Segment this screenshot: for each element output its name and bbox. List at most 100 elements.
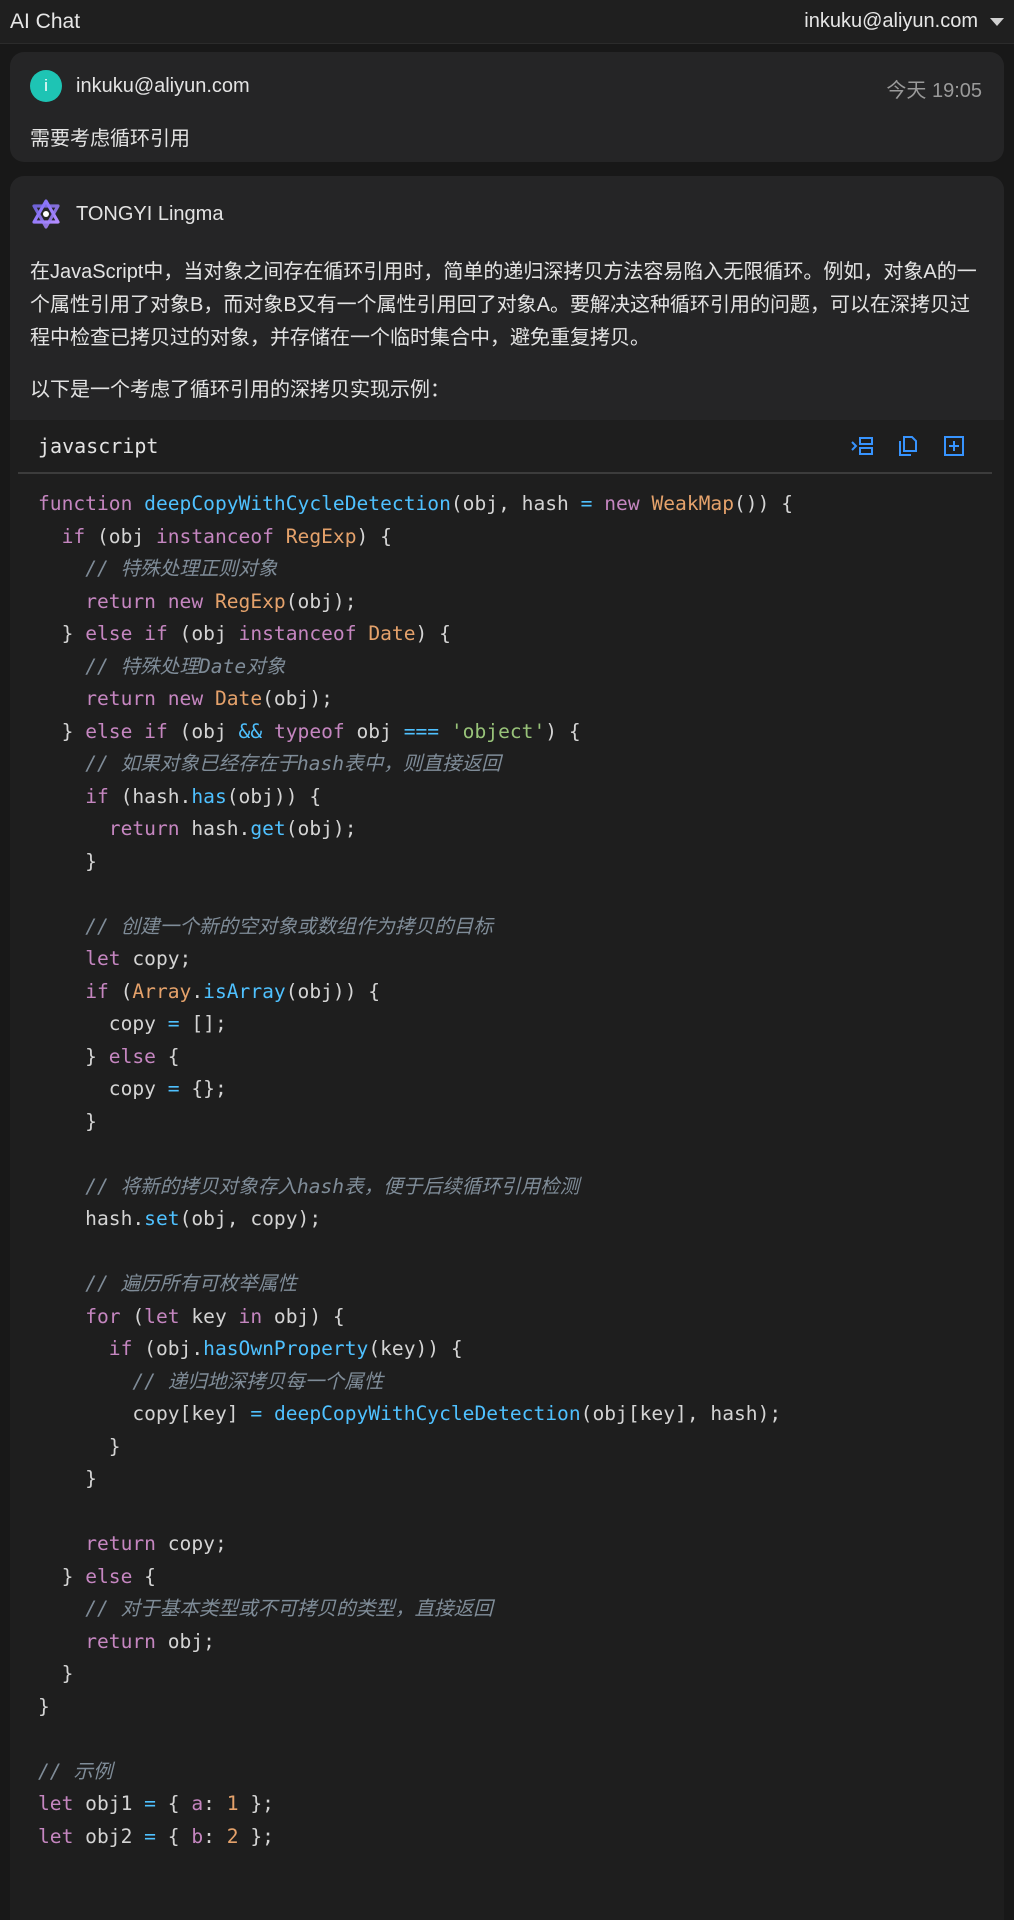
code-token: = xyxy=(167,1012,180,1035)
code-token: RegExp xyxy=(214,589,286,613)
code-token: (obj. xyxy=(132,1337,204,1360)
code-token: ) { xyxy=(356,524,392,548)
code-token: return xyxy=(85,687,168,710)
code-token: } xyxy=(38,1564,86,1588)
code-token: Date xyxy=(368,622,416,645)
code-actions xyxy=(850,434,966,458)
code-token: = xyxy=(580,492,593,515)
user-message-text: 需要考虑循环引用 xyxy=(30,128,190,150)
code-token: copy xyxy=(38,1077,168,1100)
code-token: ( xyxy=(108,979,133,1003)
code-token: return xyxy=(85,589,168,613)
assistant-header: TONGYI Lingma xyxy=(10,194,1004,234)
code-token: ( xyxy=(120,1304,145,1328)
code-token: } xyxy=(38,849,97,873)
code-line: // 创建一个新的空对象或数组作为拷贝的目标 xyxy=(38,911,1004,944)
code-line: // 对于基本类型或不可拷贝的类型，直接返回 xyxy=(38,1593,1004,1626)
code-token: if xyxy=(85,979,109,1003)
code-token: key xyxy=(179,1304,239,1328)
code-line: // 示例 xyxy=(38,1756,1004,1789)
code-token: }; xyxy=(238,1824,274,1848)
top-bar: AI Chat inkuku@aliyun.com xyxy=(0,0,1014,44)
code-token: (obj xyxy=(167,622,239,645)
code-line: return copy; xyxy=(38,1528,1004,1561)
code-token: {}; xyxy=(179,1077,227,1100)
code-line: } xyxy=(38,1106,1004,1139)
code-token: // 示例 xyxy=(38,1759,113,1783)
code-token: (obj); xyxy=(285,589,357,613)
code-token: // 遍历所有可枚举属性 xyxy=(85,1272,297,1295)
code-language-label: javascript xyxy=(38,434,159,458)
code-line: return new Date(obj); xyxy=(38,683,1004,716)
code-token: (hash. xyxy=(108,784,192,808)
code-line: } xyxy=(38,1691,1004,1724)
code-token: (obj xyxy=(167,719,239,743)
code-token: : xyxy=(203,1792,227,1815)
code-token: if xyxy=(85,784,109,808)
code-token: (obj); xyxy=(285,817,357,840)
assistant-paragraph: 在JavaScript中，当对象之间存在循环引用时，简单的递归深拷贝方法容易陷入… xyxy=(30,261,977,349)
code-token: copy; xyxy=(120,947,192,970)
code-line: } xyxy=(38,846,1004,879)
insert-icon[interactable] xyxy=(850,434,874,458)
code-content[interactable]: function deepCopyWithCycleDetection(obj,… xyxy=(10,474,1004,1853)
code-token: let xyxy=(38,1824,74,1848)
code-line: } else if (obj && typeof obj === 'object… xyxy=(38,716,1004,749)
code-token: // 特殊处理正则对象 xyxy=(85,557,278,580)
code-token: (obj)) { xyxy=(226,784,322,808)
code-token: // 特殊处理Date对象 xyxy=(85,654,286,678)
code-line: } else if (obj instanceof Date) { xyxy=(38,618,1004,651)
code-line: if (obj instanceof RegExp) { xyxy=(38,521,1004,554)
code-line: } xyxy=(38,1463,1004,1496)
code-token: = xyxy=(144,1824,156,1848)
code-token: } xyxy=(38,1694,50,1718)
code-token: if xyxy=(61,524,86,548)
new-file-icon[interactable] xyxy=(942,434,966,458)
code-line: return obj; xyxy=(38,1626,1004,1659)
code-token: []; xyxy=(179,1012,227,1035)
code-token: // 递归地深拷贝每一个属性 xyxy=(132,1369,384,1393)
code-token: 'object' xyxy=(450,719,546,743)
code-token: obj; xyxy=(155,1629,215,1653)
assistant-paragraph: 以下是一个考虑了循环引用的深拷贝实现示例： xyxy=(30,379,450,401)
code-token: new xyxy=(604,492,652,515)
code-token: === xyxy=(403,719,440,743)
account-menu[interactable]: inkuku@aliyun.com xyxy=(804,10,1004,33)
code-token: instanceof xyxy=(155,524,286,548)
code-line: let copy; xyxy=(38,943,1004,976)
code-line: if (Array.isArray(obj)) { xyxy=(38,976,1004,1009)
code-token: let xyxy=(38,1792,74,1815)
code-token: = xyxy=(144,1792,156,1815)
code-token: a xyxy=(191,1792,204,1815)
code-line: } xyxy=(38,1658,1004,1691)
code-token: { xyxy=(155,1044,180,1068)
code-token: { xyxy=(155,1824,192,1848)
copy-icon[interactable] xyxy=(896,434,920,458)
code-token: = xyxy=(250,1402,263,1425)
code-line: copy = {}; xyxy=(38,1073,1004,1106)
code-token: has xyxy=(191,784,227,808)
code-token: return xyxy=(85,1532,156,1555)
code-token: 2 xyxy=(226,1824,239,1848)
code-line: for (let key in obj) { xyxy=(38,1301,1004,1334)
account-email: inkuku@aliyun.com xyxy=(804,10,978,32)
code-token: for xyxy=(85,1304,121,1328)
code-token: (obj xyxy=(85,524,156,548)
code-token: b xyxy=(191,1824,204,1848)
code-token: let xyxy=(144,1304,180,1328)
code-token: function xyxy=(38,492,145,515)
code-line: return new RegExp(obj); xyxy=(38,586,1004,619)
code-token: Array xyxy=(132,979,192,1003)
user-message-header: i inkuku@aliyun.com xyxy=(30,70,250,102)
